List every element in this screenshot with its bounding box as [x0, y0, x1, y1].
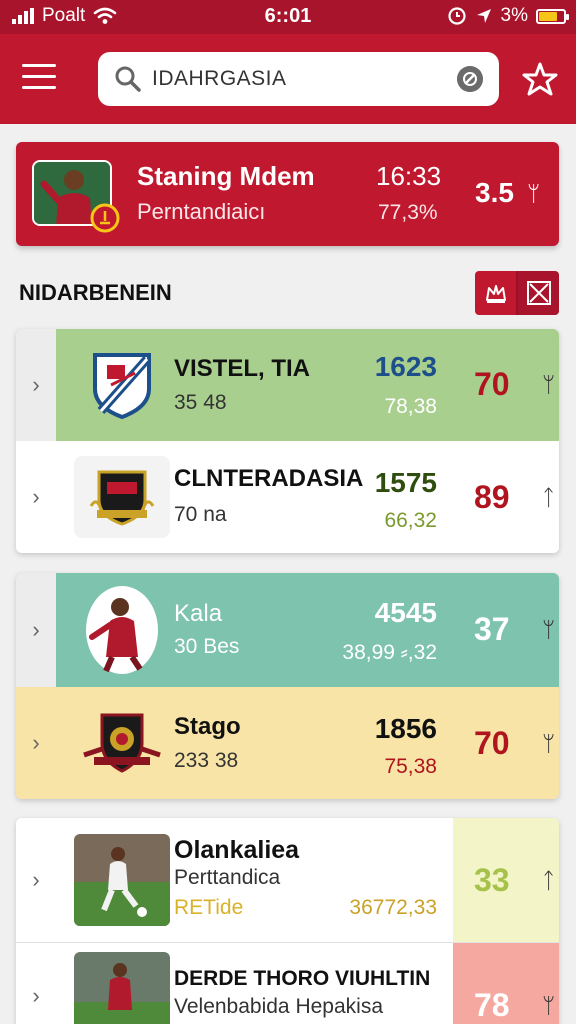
team-group-1: › VISTEL, TIA 35 48 1623 78,38 70 ᛘ › CL…: [16, 329, 559, 553]
player-photo: [74, 952, 170, 1024]
team-score: 37: [474, 611, 510, 647]
featured-subtitle: Perntandiaicı: [137, 199, 266, 224]
team-tag: RETide: [174, 896, 244, 919]
trend-icon: ᛏ: [542, 868, 556, 893]
trend-icon: ᛘ: [542, 372, 556, 397]
grid-view-button[interactable]: [475, 271, 516, 315]
team-group-3: › Olankaliea Perttandica RETide 36772,33…: [16, 818, 559, 1024]
team-name: VISTEL, TIA: [174, 355, 311, 382]
chevron-right-icon[interactable]: ›: [16, 943, 56, 1024]
team-score: 78: [474, 987, 510, 1023]
search-bar[interactable]: [98, 52, 499, 106]
team-ratio: 36772,33: [349, 896, 437, 919]
section-title: NIDARBENEIN: [19, 280, 172, 305]
team-record: 30 Bes: [174, 635, 240, 658]
team-record: Perttandica: [174, 866, 281, 889]
featured-percent: 77,3%: [378, 201, 438, 224]
team-record: 233 38: [174, 749, 239, 772]
app-header: [0, 34, 576, 124]
trend-icon: ᛘ: [542, 731, 556, 756]
chevron-right-icon[interactable]: ›: [16, 687, 56, 799]
team-points: 1575: [374, 467, 437, 498]
team-row[interactable]: › VISTEL, TIA 35 48 1623 78,38 70 ᛘ: [16, 329, 559, 441]
team-score: 33: [474, 862, 510, 898]
chevron-right-icon[interactable]: ›: [16, 573, 56, 687]
status-right: 3%: [447, 5, 569, 27]
team-crest-icon: [74, 344, 170, 426]
list-view-button[interactable]: [516, 271, 559, 315]
team-ratio: 75,38: [384, 755, 437, 778]
featured-trend-icon: ᛘ: [527, 181, 541, 206]
team-name: DERDE THORO VIUHLTIN: [174, 967, 431, 990]
trend-icon: ᛘ: [542, 617, 556, 642]
team-crest-icon: [74, 456, 170, 538]
team-score: 70: [474, 366, 510, 402]
team-row[interactable]: › CLNTERADASIA 70 na 1575 66,32 89 ᛏ: [16, 441, 559, 553]
clear-search-icon[interactable]: [457, 66, 483, 92]
battery-percent: 3%: [500, 5, 528, 26]
favorites-icon[interactable]: [520, 60, 560, 100]
player-avatar: [74, 586, 170, 674]
team-ratio: 78,38: [384, 395, 437, 418]
team-row[interactable]: › Stago 233 38 1856 75,38 70 ᛘ: [16, 687, 559, 799]
team-points: 1856: [374, 713, 437, 744]
team-record: 35 48: [174, 391, 227, 414]
featured-title: Staning Mdem: [137, 161, 315, 191]
team-record: Velenbabida Hepakisa: [174, 995, 383, 1018]
team-points: 4545: [374, 597, 437, 628]
crown-icon: [485, 285, 506, 303]
search-input[interactable]: [152, 60, 442, 98]
trend-icon: ᛘ: [542, 993, 556, 1018]
location-icon: [476, 9, 491, 23]
team-name: CLNTERADASIA: [174, 465, 364, 492]
featured-badge-icon: [90, 203, 120, 233]
team-name: Kala: [174, 600, 223, 627]
menu-icon[interactable]: [22, 64, 56, 94]
team-score: 70: [474, 725, 510, 761]
search-icon: [115, 66, 141, 92]
team-points: 1623: [374, 351, 437, 382]
battery-icon: [536, 8, 569, 24]
featured-time: 16:33: [376, 161, 442, 191]
chevron-right-icon[interactable]: ›: [16, 441, 56, 553]
team-crest-icon: [74, 702, 170, 784]
close-box-icon: [526, 281, 551, 305]
team-name: Stago: [174, 713, 241, 740]
view-toggle: [475, 271, 559, 315]
team-name: Olankaliea: [174, 836, 300, 864]
status-bar: Poalt 6::01 3%: [0, 0, 576, 34]
team-row[interactable]: › DERDE THORO VIUHLTIN Velenbabida Hepak…: [16, 942, 559, 1024]
team-row[interactable]: › Kala 30 Bes 4545 38,99 ⸗,32 37 ᛘ: [16, 573, 559, 687]
team-ratio: 66,32: [384, 509, 437, 532]
team-score: 89: [474, 479, 510, 515]
alarm-icon: [447, 7, 466, 25]
team-row[interactable]: › Olankaliea Perttandica RETide 36772,33…: [16, 818, 559, 942]
chevron-right-icon[interactable]: ›: [16, 818, 56, 942]
player-photo: [74, 834, 170, 926]
team-record: 70 na: [174, 503, 227, 526]
chevron-right-icon[interactable]: ›: [16, 329, 56, 441]
team-group-2: › Kala 30 Bes 4545 38,99 ⸗,32 37 ᛘ › Sta…: [16, 573, 559, 799]
trend-icon: ᛏ: [542, 485, 556, 510]
team-ratio: 38,99 ⸗,32: [342, 641, 437, 664]
featured-score: 3.5: [475, 177, 514, 208]
